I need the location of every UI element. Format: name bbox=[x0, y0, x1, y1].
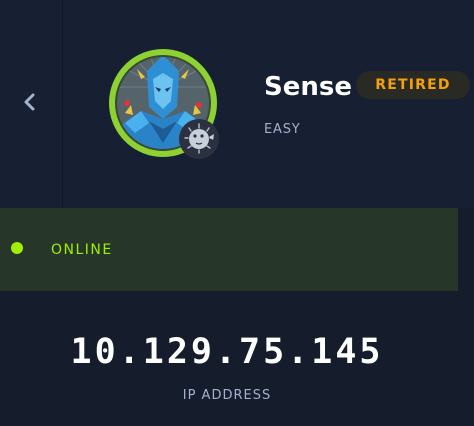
ip-address-value[interactable]: 10.129.75.145 bbox=[0, 330, 454, 374]
right-edge bbox=[458, 208, 474, 426]
online-status-text: ONLINE bbox=[51, 242, 113, 258]
pufferfish-freebsd-icon bbox=[179, 119, 219, 159]
difficulty-label: EASY bbox=[264, 122, 301, 137]
back-button[interactable] bbox=[16, 88, 42, 116]
machine-avatar bbox=[107, 47, 219, 159]
machine-header: Sense RETIRED EASY bbox=[0, 0, 474, 208]
ip-address-label: IP ADDRESS bbox=[182, 388, 272, 403]
retired-badge: RETIRED bbox=[356, 71, 470, 99]
machine-name: Sense bbox=[264, 72, 352, 102]
chevron-left-icon bbox=[24, 93, 35, 111]
back-column bbox=[0, 0, 63, 208]
online-status-dot-icon bbox=[11, 242, 23, 254]
